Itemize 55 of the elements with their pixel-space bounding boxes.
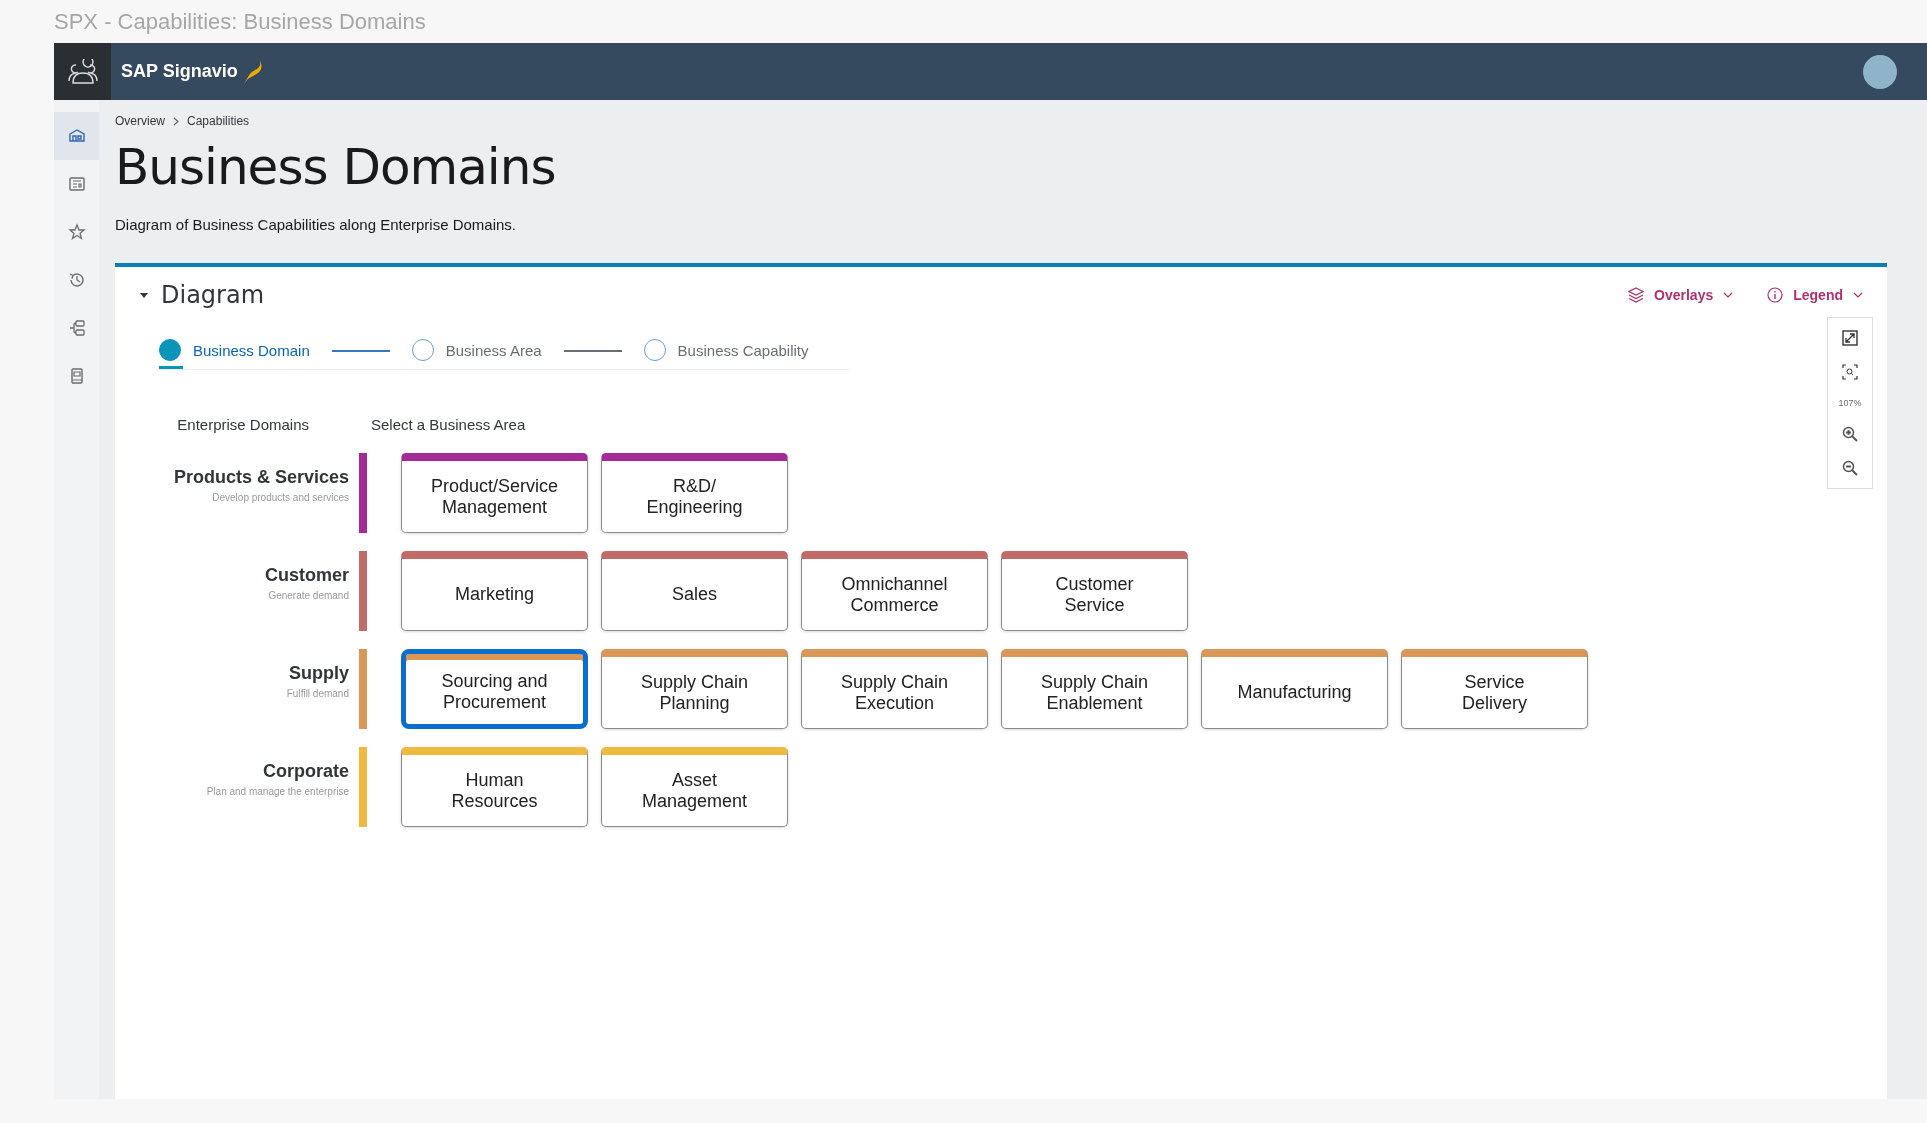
chevron-down-icon xyxy=(1853,290,1863,300)
page-title: Business Domains xyxy=(115,138,557,196)
legend-button[interactable]: Legend xyxy=(1767,287,1863,303)
column-header: Select a Business Area xyxy=(371,416,526,433)
business-area-card[interactable]: Omnichannel Commerce xyxy=(801,551,988,631)
breadcrumb-link[interactable]: Overview xyxy=(115,114,165,128)
business-area-card[interactable]: Product/Service Management xyxy=(401,453,588,533)
business-area-card[interactable]: Asset Management xyxy=(601,747,788,827)
domain-subtitle: Develop products and services xyxy=(212,492,349,503)
sidebar-item[interactable] xyxy=(54,112,99,160)
chevron-right-icon xyxy=(173,116,179,126)
hierarchy-icon xyxy=(67,319,86,337)
newspaper-icon xyxy=(67,175,86,193)
zoom-fit-icon[interactable] xyxy=(1842,364,1858,380)
domain-subtitle: Generate demand xyxy=(268,590,349,601)
business-area-card[interactable]: Human Resources xyxy=(401,747,588,827)
overlays-button[interactable]: Overlays xyxy=(1628,287,1734,303)
domain-subtitle: Plan and manage the enterprise xyxy=(206,786,349,797)
layers-icon xyxy=(1628,287,1645,303)
chevron-down-icon xyxy=(1723,290,1734,300)
avatar[interactable] xyxy=(1863,54,1897,89)
building-icon xyxy=(67,127,86,145)
step-tab[interactable]: Business Area xyxy=(411,333,542,369)
zoom-level: 107% xyxy=(1838,398,1862,408)
panel-title: Diagram xyxy=(161,281,265,309)
domain-name: Corporate xyxy=(263,761,349,782)
step-tab[interactable]: Business Capability xyxy=(643,333,809,369)
business-area-card[interactable]: Manufacturing xyxy=(1201,649,1388,729)
business-area-card[interactable]: Sourcing and Procurement xyxy=(401,649,588,729)
step-tab[interactable]: Business Domain xyxy=(159,333,310,369)
domain-name: Customer xyxy=(265,565,349,586)
business-area-card[interactable]: Supply Chain Planning xyxy=(601,649,788,729)
window-title: SPX - Capabilities: Business Domains xyxy=(54,8,426,35)
business-area-card[interactable]: Sales xyxy=(601,551,788,631)
page-description: Diagram of Business Capabilities along Enterprise Domains. xyxy=(115,216,518,233)
domain-subtitle: Fulfill demand xyxy=(286,688,349,699)
collapse-caret-icon[interactable] xyxy=(139,290,149,300)
fullscreen-icon[interactable] xyxy=(1842,330,1858,346)
domain-name: Supply xyxy=(289,663,349,684)
star-icon xyxy=(67,223,86,241)
breadcrumb-link[interactable]: Capabilities xyxy=(187,114,250,128)
business-area-card[interactable]: Service Delivery xyxy=(1401,649,1588,729)
business-area-card[interactable]: Supply Chain Execution xyxy=(801,649,988,729)
domain-name: Products & Services xyxy=(173,467,349,488)
zoom-out-icon[interactable] xyxy=(1842,460,1858,476)
business-area-card[interactable]: R&D/ Engineering xyxy=(601,453,788,533)
column-header: Enterprise Domains xyxy=(176,416,309,433)
info-icon xyxy=(1767,287,1784,303)
business-area-card[interactable]: Marketing xyxy=(401,551,588,631)
business-area-card[interactable]: Supply Chain Enablement xyxy=(1001,649,1188,729)
zoom-in-icon[interactable] xyxy=(1842,426,1858,442)
brand-name[interactable]: SAP Signavio xyxy=(121,61,238,82)
business-area-card[interactable]: Customer Service xyxy=(1001,551,1188,631)
history-icon xyxy=(67,271,86,289)
people-icon[interactable] xyxy=(54,43,111,100)
